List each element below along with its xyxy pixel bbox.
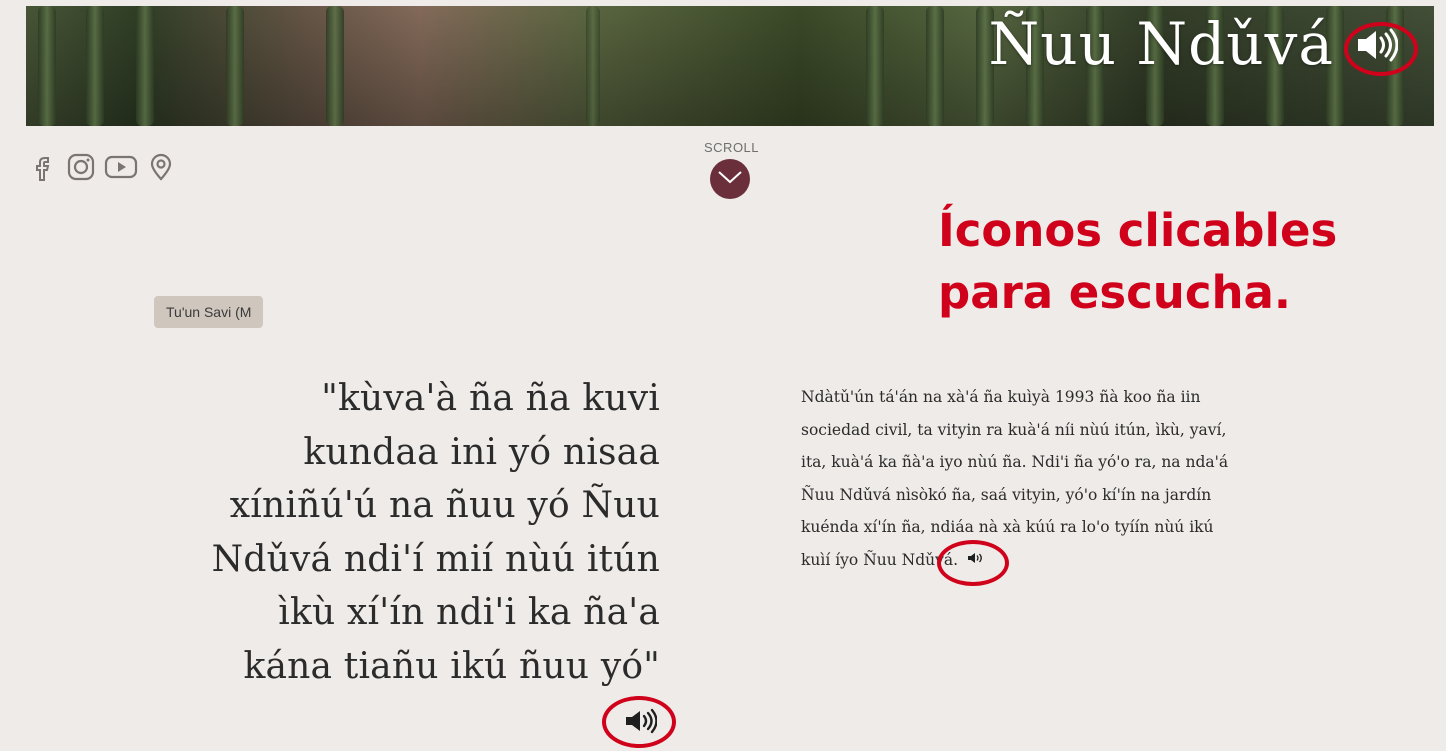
quote-line: ìkù xí'ín ndi'i ka ña'a bbox=[278, 592, 660, 633]
quote-line: kána tiañu ikú ñuu yó" bbox=[243, 645, 660, 687]
speaker-icon bbox=[623, 707, 658, 739]
speaker-icon bbox=[967, 551, 983, 569]
quote-line: Ndǔvá ndi'í mií nùú itún bbox=[211, 538, 660, 580]
chevron-down-icon bbox=[717, 169, 743, 189]
quote-line: "kùva'à ña ña kuvi bbox=[321, 378, 660, 419]
location-pin-icon[interactable] bbox=[146, 152, 176, 182]
language-tag[interactable]: Tu'un Savi (M bbox=[154, 296, 264, 328]
hero-audio-button[interactable] bbox=[1344, 22, 1418, 76]
page-title: Ñuu Ndǔvá bbox=[988, 10, 1334, 78]
hero-banner: Ñuu Ndǔvá bbox=[26, 6, 1434, 126]
paragraph-audio-button[interactable] bbox=[967, 544, 983, 577]
description-paragraph: Ndàtǔ'ún tá'án na xà'á ña kuìyà 1993 ñà … bbox=[801, 381, 1241, 577]
social-links bbox=[28, 152, 176, 182]
instagram-icon[interactable] bbox=[66, 152, 96, 182]
quote-line: kundaa ini yó nisaa bbox=[303, 431, 660, 473]
quote-line: xíniñú'ú na ñuu yó Ñuu bbox=[229, 485, 660, 526]
scroll-indicator: SCROLL bbox=[704, 140, 760, 199]
facebook-icon[interactable] bbox=[28, 152, 58, 182]
annotation-line-2: para escucha. bbox=[938, 266, 1291, 319]
annotation-text: Íconos clicables para escucha. bbox=[938, 200, 1398, 324]
youtube-icon[interactable] bbox=[104, 152, 138, 182]
quote-audio-button[interactable] bbox=[602, 696, 676, 748]
speaker-icon bbox=[1354, 27, 1399, 67]
scroll-label: SCROLL bbox=[704, 140, 760, 155]
annotation-line-1: Íconos clicables bbox=[938, 204, 1338, 257]
scroll-button[interactable] bbox=[710, 159, 750, 199]
paragraph-text: Ndàtǔ'ún tá'án na xà'á ña kuìyà 1993 ñà … bbox=[801, 388, 1229, 569]
quote-block: "kùva'à ña ña kuvi kundaa ini yó nisaa x… bbox=[190, 372, 660, 693]
